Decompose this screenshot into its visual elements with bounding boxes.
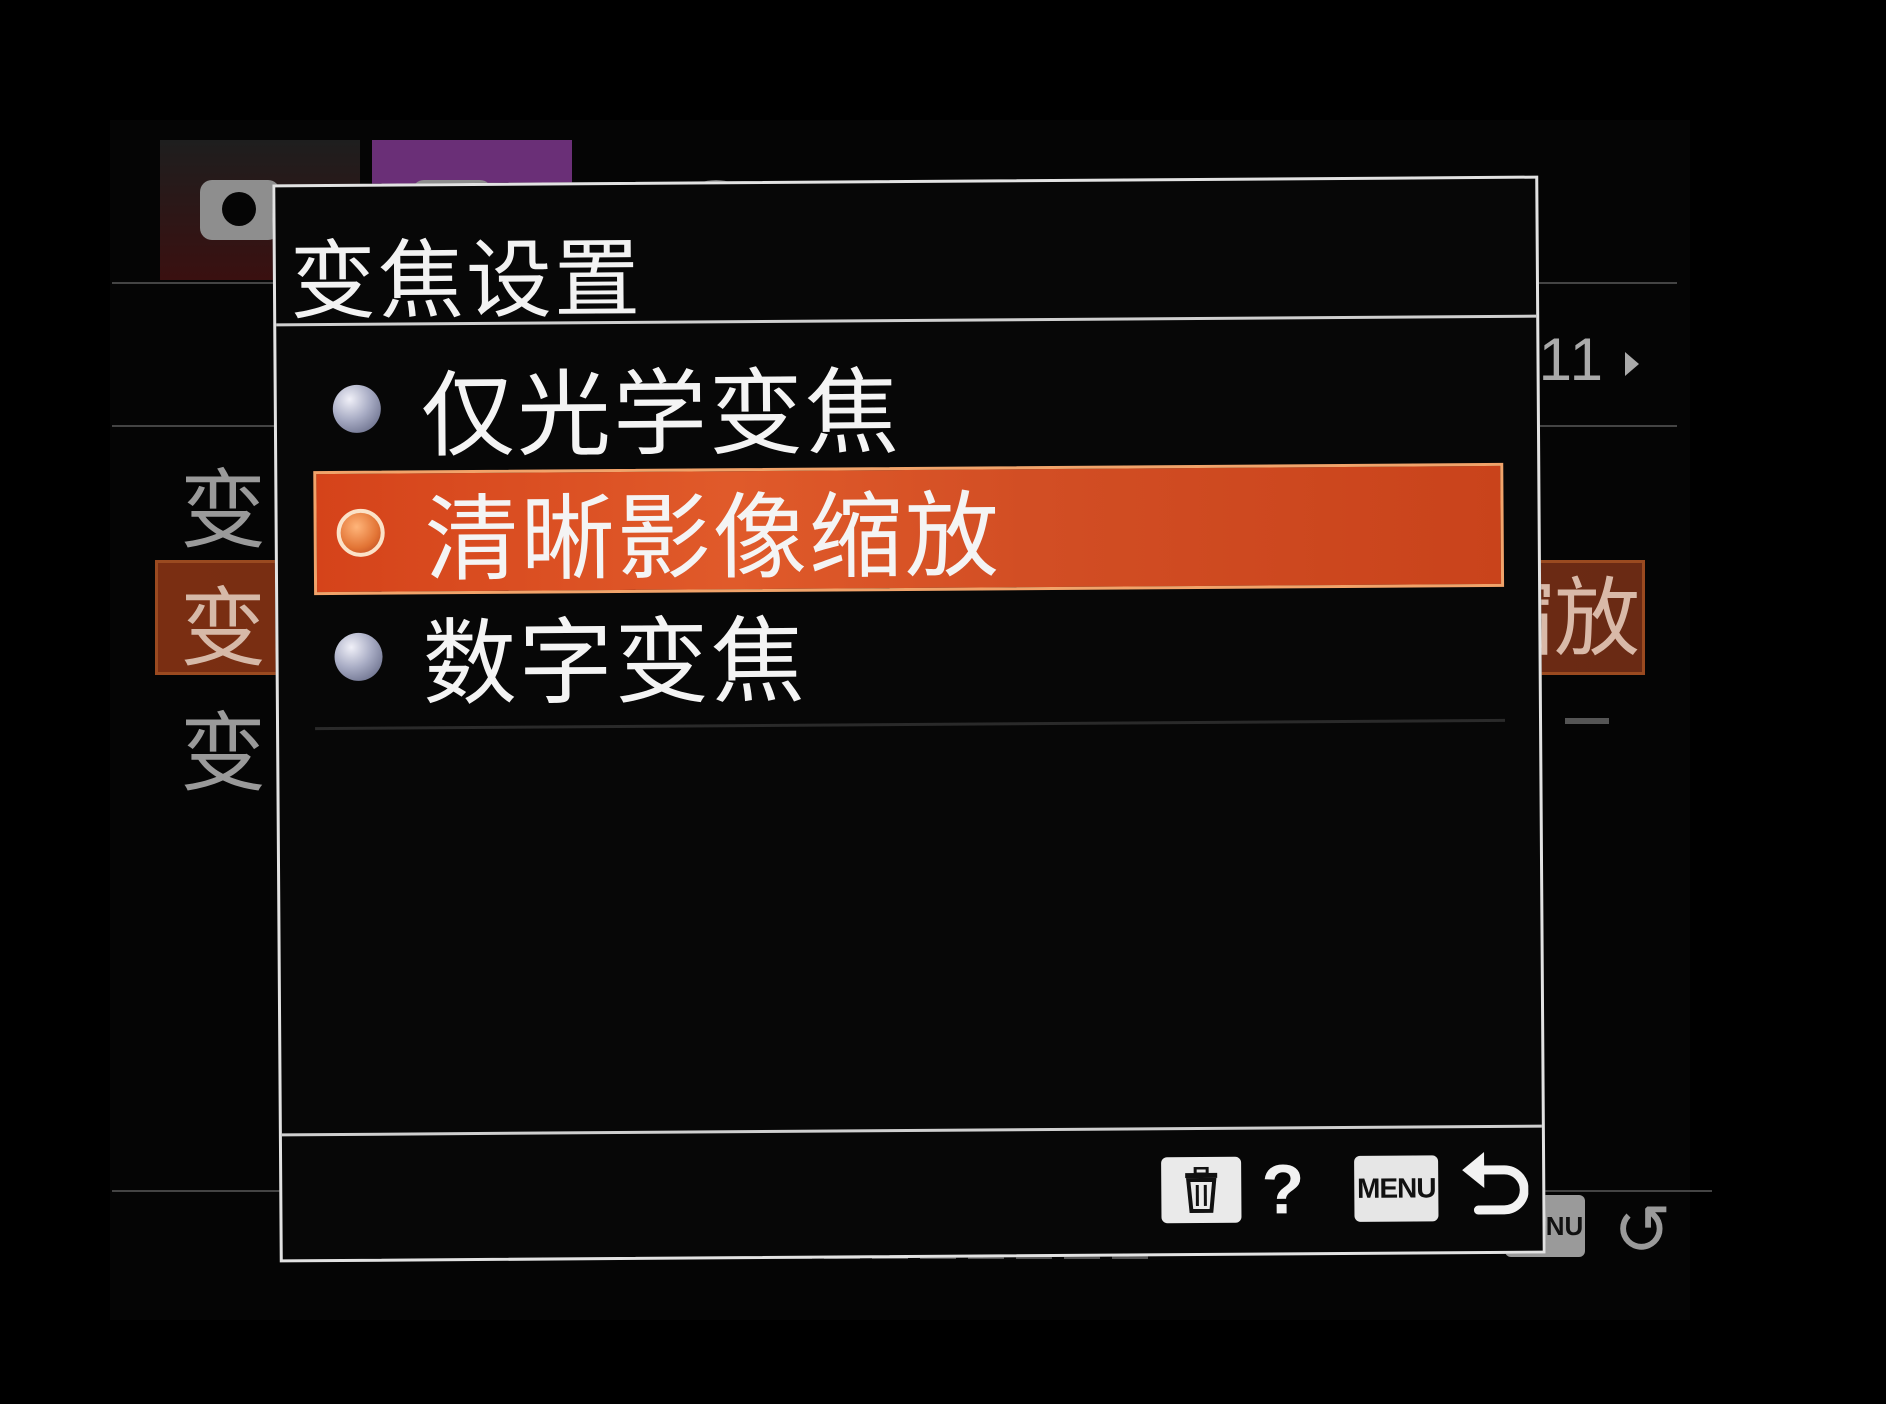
option-label: 仅光学变焦 <box>420 359 902 472</box>
camera-icon <box>200 180 280 240</box>
zoom-setting-dialog: 变焦设置 仅光学变焦 清晰影像缩放 数字变焦 ? MENU <box>272 175 1546 1263</box>
radio-unselected-icon[interactable] <box>334 632 383 682</box>
bg-row-2-label[interactable]: 变 <box>180 558 290 683</box>
radio-unselected-icon[interactable] <box>332 384 381 434</box>
option-label: 数字变焦 <box>422 607 807 720</box>
bg-row-2-value: 缩放 <box>1530 569 1640 669</box>
option-optical-zoom-only[interactable]: 仅光学变焦 <box>312 339 1503 471</box>
option-clear-image-zoom[interactable]: 清晰影像缩放 <box>313 462 1505 595</box>
option-label: 清晰影像缩放 <box>424 482 1002 596</box>
bg-row-3-value-dash <box>1565 718 1609 724</box>
bg-return-icon[interactable]: ↺ <box>1613 1195 1672 1265</box>
return-icon[interactable] <box>1458 1148 1529 1228</box>
dialog-title: 变焦设置 <box>289 229 643 333</box>
bg-row-3-label[interactable]: 变 <box>180 683 290 808</box>
radio-selected-icon[interactable] <box>336 508 385 557</box>
dialog-footer-divider <box>281 1124 1542 1137</box>
trash-icon[interactable] <box>1161 1156 1242 1224</box>
next-page-icon[interactable] <box>1624 352 1639 377</box>
option-digital-zoom[interactable]: 数字变焦 <box>314 587 1505 719</box>
menu-badge[interactable]: MENU <box>1354 1155 1439 1222</box>
option-list: 仅光学变焦 清晰影像缩放 数字变焦 <box>312 339 1505 719</box>
dialog-footer: ? MENU <box>1161 1143 1529 1236</box>
trash-icon-glyph <box>1185 1166 1218 1214</box>
help-icon[interactable]: ? <box>1261 1149 1304 1229</box>
